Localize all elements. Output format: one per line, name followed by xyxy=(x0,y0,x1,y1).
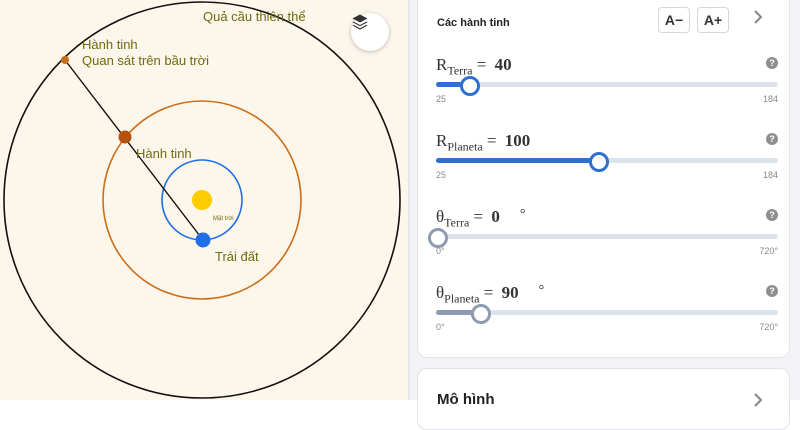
planets-card: Các hành tinh A− A+ RTerra = 40? 25 184 RPl… xyxy=(417,0,790,358)
slider-theta-planeta: θPlaneta = 90 °? 0° 720° xyxy=(436,283,778,353)
slider-track[interactable] xyxy=(436,76,778,96)
planet-observed-label-line1: Hành tinh xyxy=(82,37,138,52)
sun-point[interactable] xyxy=(192,190,212,210)
zoom-out-button[interactable]: A− xyxy=(658,7,690,33)
slider-symbol: θ xyxy=(436,283,445,302)
planet-projection-point[interactable] xyxy=(61,56,69,64)
orbit-diagram[interactable]: Quả cầu thiên thể Hành tinh Quan sát trê… xyxy=(0,0,408,400)
slider-track[interactable] xyxy=(436,304,778,324)
equals-sign: = xyxy=(472,55,491,74)
slider-label: RTerra = 40 xyxy=(436,55,532,78)
slider-r-planeta: RPlaneta = 100? 25 184 xyxy=(436,131,778,201)
sun-label: Mặt trời xyxy=(213,216,234,222)
earth-point[interactable] xyxy=(195,232,211,248)
help-icon[interactable]: ? xyxy=(766,209,778,221)
slider-subscript: Planeta xyxy=(444,291,480,306)
slider-max-label: 184 xyxy=(762,170,778,180)
algebra-panel: Các hành tinh A− A+ RTerra = 40? 25 184 RPl… xyxy=(410,0,800,430)
slider-r-terra: RTerra = 40? 25 184 xyxy=(436,55,778,125)
slider-fill xyxy=(436,158,598,163)
slider-symbol: θ xyxy=(436,207,445,226)
graphics-view[interactable]: Quả cầu thiên thể Hành tinh Quan sát trê… xyxy=(0,0,408,400)
slider-max-label: 184 xyxy=(762,94,778,104)
earth-label: Trái đất xyxy=(215,249,259,264)
zoom-in-button[interactable]: A+ xyxy=(697,7,729,33)
equals-sign: = xyxy=(482,131,501,150)
layers-button[interactable] xyxy=(351,13,389,51)
equals-sign: = xyxy=(469,207,488,226)
slider-value: 40 xyxy=(494,55,512,74)
slider-label: θPlaneta = 90 ° xyxy=(436,283,544,306)
slider-value: 0 xyxy=(491,207,500,226)
layers-icon xyxy=(352,14,368,30)
slider-thumb[interactable] xyxy=(460,76,481,96)
planet-observed-label-line2: Quan sát trên bầu trời xyxy=(82,53,209,68)
help-icon[interactable]: ? xyxy=(766,57,778,69)
slider-max-label: 720° xyxy=(759,322,778,332)
slider-symbol: R xyxy=(436,55,448,74)
model-card[interactable]: Mô hình xyxy=(417,368,790,430)
slider-value: 90 xyxy=(501,283,519,302)
slider-unit: ° xyxy=(538,283,545,298)
slider-subscript: Planeta xyxy=(447,139,483,154)
equals-sign: = xyxy=(479,283,498,302)
planet-point[interactable] xyxy=(118,130,132,144)
slider-label: θTerra = 0 ° xyxy=(436,207,526,230)
slider-min-label: 0° xyxy=(436,322,445,332)
slider-thumb[interactable] xyxy=(589,152,610,172)
help-icon[interactable]: ? xyxy=(766,133,778,145)
planet-label: Hành tinh xyxy=(136,146,192,161)
slider-value: 100 xyxy=(504,131,531,150)
slider-min-label: 25 xyxy=(436,94,447,104)
slider-unit: ° xyxy=(519,207,526,222)
slider-max-label: 720° xyxy=(759,246,778,256)
help-icon[interactable]: ? xyxy=(766,285,778,297)
slider-subscript: Terra xyxy=(444,215,470,230)
planets-card-title: Các hành tinh xyxy=(437,17,510,29)
slider-thumb[interactable] xyxy=(470,304,491,324)
slider-label: RPlaneta = 100 xyxy=(436,131,550,154)
slider-theta-terra: θTerra = 0 °? 0° 720° xyxy=(428,207,778,277)
slider-track[interactable] xyxy=(428,228,778,248)
celestial-sphere-label: Quả cầu thiên thể xyxy=(203,9,306,24)
model-chevron-right-icon[interactable] xyxy=(752,391,764,414)
slider-thumb[interactable] xyxy=(428,228,448,248)
slider-track[interactable] xyxy=(436,152,778,172)
slider-min-label: 0° xyxy=(436,246,445,256)
slider-symbol: R xyxy=(436,131,448,150)
chevron-right-icon[interactable] xyxy=(752,8,764,31)
slider-min-label: 25 xyxy=(436,170,447,180)
